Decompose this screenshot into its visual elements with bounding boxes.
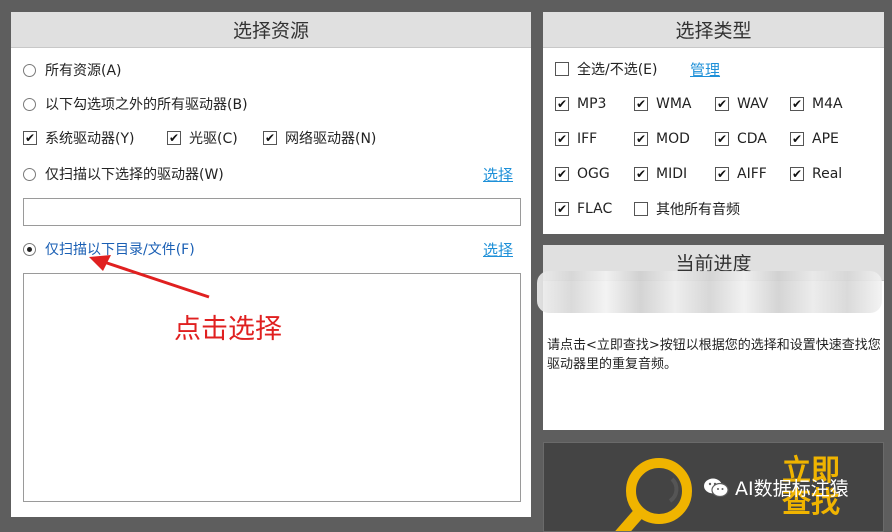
format-checkbox-label: Real	[812, 166, 843, 182]
drives-input[interactable]	[23, 198, 521, 226]
format-checkbox[interactable]: CDA	[715, 129, 767, 149]
checkbox-system-drives-box[interactable]	[23, 131, 37, 145]
format-checkbox-box[interactable]	[634, 167, 648, 181]
magnifier-icon	[615, 458, 692, 531]
format-checkbox[interactable]: FLAC	[555, 199, 612, 219]
format-checkbox-label: MIDI	[656, 166, 688, 182]
format-checkbox-box[interactable]	[634, 202, 648, 216]
format-checkbox[interactable]: WMA	[634, 94, 692, 114]
format-checkbox-box[interactable]	[555, 202, 569, 216]
progress-message: 请点击<立即查找>按钮以根据您的选择和设置快速查找您驱动器里的重复音频。	[547, 338, 881, 372]
checkbox-optical-drives-box[interactable]	[167, 131, 181, 145]
source-panel: 选择资源 所有资源(A) 以下勾选项之外的所有驱动器(B) 系统驱动器(Y) 光…	[11, 12, 531, 517]
watermark: AI数据标注猿	[703, 474, 849, 501]
radio-all-resources-indicator[interactable]	[23, 63, 36, 77]
watermark-text: AI数据标注猿	[735, 478, 849, 500]
format-checkbox-label: M4A	[812, 96, 843, 112]
format-checkbox-box[interactable]	[715, 167, 729, 181]
checkbox-optical-drives[interactable]: 光驱(C)	[167, 128, 238, 148]
format-checkbox[interactable]: MOD	[634, 129, 690, 149]
format-checkbox-box[interactable]	[790, 97, 804, 111]
checkbox-system-drives-label: 系统驱动器(Y)	[45, 131, 135, 147]
format-checkbox-box[interactable]	[555, 167, 569, 181]
progress-panel: 当前进度 请点击<立即查找>按钮以根据您的选择和设置快速查找您驱动器里的重复音频…	[537, 245, 884, 430]
progress-bar-blurred	[537, 271, 882, 313]
format-checkbox[interactable]: WAV	[715, 94, 768, 114]
checkbox-system-drives[interactable]: 系统驱动器(Y)	[23, 128, 134, 148]
checkbox-network-drives-label: 网络驱动器(N)	[285, 131, 377, 147]
format-checkbox-label: WMA	[656, 96, 692, 112]
format-checkbox[interactable]: 其他所有音频	[634, 199, 740, 219]
checkbox-optical-drives-label: 光驱(C)	[189, 131, 238, 147]
format-checkbox-label: OGG	[577, 166, 610, 182]
checkbox-select-all[interactable]: 全选/不选(E)	[555, 59, 658, 79]
format-checkbox-label: APE	[812, 131, 839, 147]
format-checkbox-label: WAV	[737, 96, 769, 112]
format-checkbox-box[interactable]	[790, 132, 804, 146]
format-checkbox-box[interactable]	[634, 132, 648, 146]
radio-all-drives-except-label: 以下勾选项之外的所有驱动器(B)	[45, 97, 248, 113]
radio-dirs-files-indicator[interactable]	[23, 242, 36, 256]
type-panel: 选择类型 全选/不选(E) 管理 MP3 WMA WAV M4A IFF MOD CDA AP…	[543, 12, 884, 234]
annotation-text: 点击选择	[174, 314, 282, 345]
radio-selected-drives-label: 仅扫描以下选择的驱动器(W)	[45, 167, 224, 183]
format-checkbox-label: IFF	[577, 131, 598, 147]
format-checkbox[interactable]: MP3	[555, 94, 606, 114]
format-checkbox[interactable]: AIFF	[715, 164, 767, 184]
format-checkbox[interactable]: OGG	[555, 164, 610, 184]
radio-all-drives-except-indicator[interactable]	[23, 97, 36, 111]
format-checkbox-label: CDA	[737, 131, 767, 147]
checkbox-network-drives[interactable]: 网络驱动器(N)	[263, 128, 376, 148]
wechat-icon	[704, 478, 729, 497]
format-checkbox[interactable]: IFF	[555, 129, 597, 149]
radio-all-drives-except[interactable]: 以下勾选项之外的所有驱动器(B)	[23, 94, 248, 114]
format-checkbox-label: MOD	[656, 131, 690, 147]
radio-all-resources-label: 所有资源(A)	[45, 63, 122, 79]
select-dirs-files-link[interactable]: 选择	[483, 239, 513, 260]
format-checkbox-box[interactable]	[715, 97, 729, 111]
format-checkbox[interactable]: MIDI	[634, 164, 687, 184]
format-checkbox-box[interactable]	[790, 167, 804, 181]
format-checkbox-box[interactable]	[555, 132, 569, 146]
checkbox-select-all-label: 全选/不选(E)	[577, 62, 658, 78]
radio-selected-drives[interactable]: 仅扫描以下选择的驱动器(W)	[23, 164, 224, 184]
format-checkbox-label: AIFF	[737, 166, 767, 182]
select-drives-link[interactable]: 选择	[483, 164, 513, 185]
checkbox-select-all-box[interactable]	[555, 62, 569, 76]
format-checkbox[interactable]: M4A	[790, 94, 843, 114]
radio-all-resources[interactable]: 所有资源(A)	[23, 60, 122, 80]
format-checkbox[interactable]: APE	[790, 129, 839, 149]
type-panel-title: 选择类型	[543, 12, 884, 48]
format-checkbox-box[interactable]	[634, 97, 648, 111]
radio-selected-drives-indicator[interactable]	[23, 167, 36, 181]
format-checkbox-label: FLAC	[577, 201, 613, 217]
format-checkbox[interactable]: Real	[790, 164, 842, 184]
annotation-arrow-icon	[89, 255, 210, 299]
format-checkbox-box[interactable]	[715, 132, 729, 146]
format-checkbox-box[interactable]	[555, 97, 569, 111]
source-panel-title: 选择资源	[11, 12, 531, 48]
format-checkbox-label: MP3	[577, 96, 607, 112]
checkbox-network-drives-box[interactable]	[263, 131, 277, 145]
manage-link[interactable]: 管理	[690, 59, 720, 80]
format-checkbox-label: 其他所有音频	[656, 202, 740, 218]
